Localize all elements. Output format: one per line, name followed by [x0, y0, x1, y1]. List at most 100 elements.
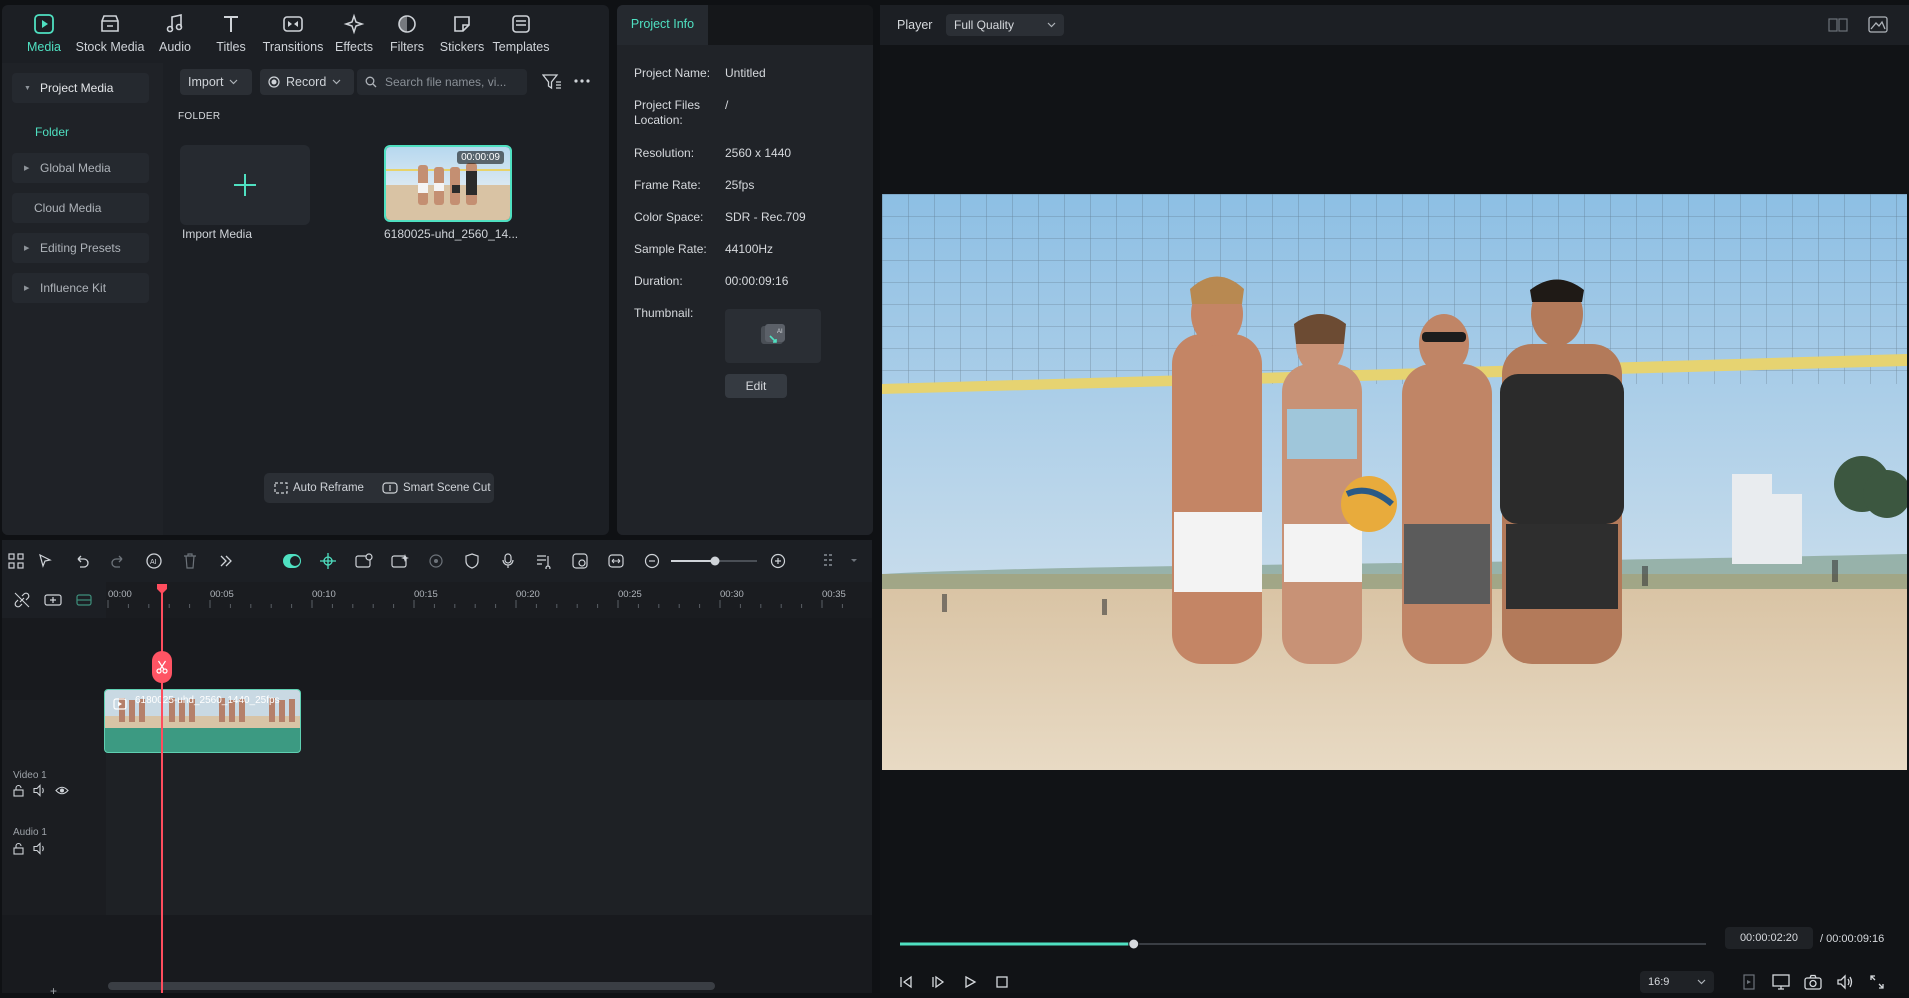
- stop-button[interactable]: [991, 971, 1013, 993]
- more-tools-chevron-icon[interactable]: [216, 551, 236, 571]
- info-value: 44100Hz: [725, 242, 774, 256]
- more-icon[interactable]: [574, 79, 590, 83]
- ruler-ticks: [107, 600, 843, 608]
- zoom-slider[interactable]: [669, 554, 759, 568]
- media-icon: [32, 12, 56, 36]
- shield-marker-icon[interactable]: [462, 551, 482, 571]
- tab-stickers[interactable]: Stickers: [434, 5, 490, 60]
- snapshot-image-icon[interactable]: [1868, 16, 1888, 33]
- compare-view-icon[interactable]: [1828, 17, 1848, 33]
- playback-scrubber[interactable]: [898, 937, 1708, 951]
- audio-track-name: Audio 1: [13, 827, 47, 838]
- lock-icon[interactable]: [12, 842, 25, 855]
- fit-timeline-icon[interactable]: [606, 551, 626, 571]
- zoom-in-icon[interactable]: [768, 551, 788, 571]
- effects-icon: [342, 12, 366, 36]
- ruler-tick-label: 00:00: [108, 589, 132, 600]
- tab-titles[interactable]: Titles: [204, 5, 258, 60]
- filter-icon[interactable]: [542, 73, 562, 91]
- caret-right-icon: ▶: [24, 165, 30, 172]
- microphone-icon[interactable]: [498, 551, 518, 571]
- playhead-handle[interactable]: [156, 583, 168, 595]
- crop-zoom-icon[interactable]: [570, 551, 590, 571]
- track-manager-icon[interactable]: [76, 593, 92, 607]
- select-pointer-icon[interactable]: [36, 551, 56, 571]
- timeline-video-clip[interactable]: 6180025-uhd_2560_1440_25fps: [104, 689, 301, 753]
- quality-select[interactable]: Full Quality: [946, 14, 1064, 36]
- sidebar-item-folder[interactable]: Folder: [35, 125, 69, 139]
- tab-filters-label: Filters: [389, 39, 425, 54]
- smart-scene-cut-button[interactable]: Smart Scene Cut: [382, 482, 491, 494]
- aspect-ratio-select[interactable]: 16:9: [1640, 971, 1714, 993]
- play-button[interactable]: [959, 971, 981, 993]
- marker-disabled-icon[interactable]: [426, 551, 446, 571]
- tab-filters[interactable]: Filters: [380, 5, 434, 60]
- empty-track-zone[interactable]: [2, 618, 872, 700]
- zoom-out-icon[interactable]: [642, 551, 662, 571]
- link-icon[interactable]: [14, 592, 30, 608]
- sidebar-item-global-media[interactable]: ▶ Global Media: [12, 153, 149, 183]
- tab-effects[interactable]: Effects: [328, 5, 380, 60]
- current-time-display[interactable]: 00:00:02:20: [1725, 927, 1813, 949]
- auto-reframe-button[interactable]: Auto Reframe: [274, 482, 364, 494]
- speaker-icon[interactable]: [33, 842, 47, 855]
- sidebar-item-editing-presets[interactable]: ▶ Editing Presets: [12, 233, 149, 263]
- total-time-display: / 00:00:09:16: [1820, 933, 1885, 945]
- add-track-icon[interactable]: [44, 593, 62, 607]
- video-track-controls: [12, 784, 69, 797]
- display-monitor-icon[interactable]: [1770, 971, 1792, 993]
- redo-icon[interactable]: [108, 551, 128, 571]
- record-dropdown[interactable]: Record: [260, 69, 354, 95]
- info-value: 2560 x 1440: [725, 146, 792, 160]
- sidebar-item-influence-kit[interactable]: ▶ Influence Kit: [12, 273, 149, 303]
- layout-grid-icon[interactable]: [6, 551, 26, 571]
- add-track-plus-icon[interactable]: +: [50, 984, 57, 998]
- search-input[interactable]: [385, 75, 515, 89]
- ai-tools-icon[interactable]: AI: [144, 551, 164, 571]
- track-settings-icon[interactable]: [354, 551, 374, 571]
- timeline-ruler[interactable]: 00:00 00:05 00:10 00:15 00:20 00:25 00:30 00:35: [106, 582, 872, 618]
- eye-icon[interactable]: [55, 784, 69, 797]
- fullscreen-icon[interactable]: [1866, 971, 1888, 993]
- tab-templates-label: Templates: [492, 39, 550, 54]
- audio-mixer-icon[interactable]: [534, 551, 554, 571]
- chevron-down-icon: [332, 79, 341, 85]
- auto-ripple-toggle-icon[interactable]: [282, 551, 302, 571]
- lock-icon[interactable]: [12, 784, 25, 797]
- playhead-split-knob[interactable]: [152, 651, 172, 683]
- scissors-icon: [156, 660, 168, 674]
- import-media-tile[interactable]: [180, 145, 310, 225]
- thumbnail-preview[interactable]: AI: [725, 309, 821, 363]
- timeline-options-chevron-icon[interactable]: [844, 551, 864, 571]
- snapshot-camera-icon[interactable]: [1802, 971, 1824, 993]
- tab-audio[interactable]: Audio: [146, 5, 204, 60]
- snap-icon[interactable]: [318, 551, 338, 571]
- tab-stock-media[interactable]: Stock Media: [74, 5, 146, 60]
- info-row-resolution: Resolution: 2560 x 1440: [634, 146, 864, 161]
- undo-icon[interactable]: [72, 551, 92, 571]
- video-preview[interactable]: [882, 194, 1907, 770]
- tab-templates[interactable]: Templates: [490, 5, 552, 60]
- effects-track-icon[interactable]: [390, 551, 410, 571]
- next-frame-button[interactable]: [927, 971, 949, 993]
- thumbnail-edit-button[interactable]: Edit: [725, 374, 787, 398]
- import-dropdown[interactable]: Import: [180, 69, 252, 95]
- playhead-line[interactable]: [161, 588, 163, 993]
- tab-media[interactable]: Media: [14, 5, 74, 60]
- sidebar-item-project-media[interactable]: ▼ Project Media: [12, 73, 149, 103]
- media-clip-thumbnail[interactable]: 00:00:09: [384, 145, 512, 222]
- sidebar-item-cloud-media[interactable]: Cloud Media: [12, 193, 149, 223]
- speaker-icon[interactable]: [33, 784, 47, 797]
- prev-frame-button[interactable]: [895, 971, 917, 993]
- tab-transitions[interactable]: Transitions: [258, 5, 328, 60]
- timeline-options-icon[interactable]: [820, 551, 840, 571]
- tab-project-info[interactable]: Project Info: [617, 5, 708, 45]
- render-preview-icon[interactable]: [1738, 971, 1760, 993]
- chevron-down-icon: [1697, 979, 1706, 985]
- volume-icon[interactable]: [1834, 971, 1856, 993]
- timeline-horizontal-scrollbar[interactable]: [108, 982, 715, 990]
- templates-icon: [509, 12, 533, 36]
- delete-icon[interactable]: [180, 551, 200, 571]
- chevron-down-icon: [230, 79, 238, 85]
- player-panel: Player Full Quality 00:00:02:20 / 00:00:…: [880, 5, 1909, 993]
